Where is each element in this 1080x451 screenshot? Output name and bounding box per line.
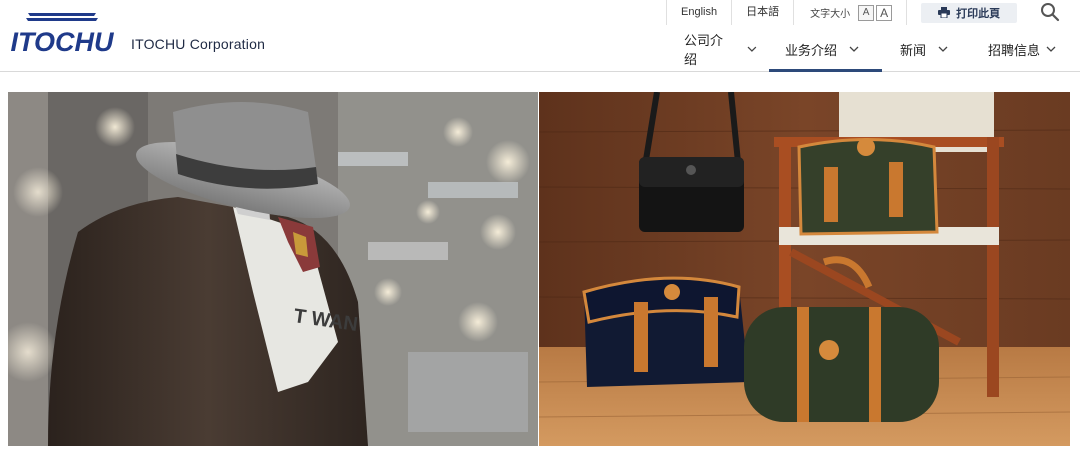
- printer-icon: [938, 7, 951, 18]
- nav-item-careers[interactable]: 招聘信息: [970, 27, 1080, 71]
- main-nav: 公司介绍 业务介绍 新闻 招聘信息: [672, 27, 1080, 72]
- nav-label: 公司介绍: [684, 33, 724, 67]
- font-size-label: 文字大小: [810, 9, 851, 20]
- nav-item-business[interactable]: 业务介绍: [769, 27, 882, 72]
- bags-photo[interactable]: [539, 92, 1070, 446]
- nav-item-news[interactable]: 新闻: [882, 27, 970, 71]
- corporation-name: ITOCHU Corporation: [131, 36, 266, 52]
- site-header: ITOCHU ITOCHU Corporation English 日本語 文字…: [0, 0, 1080, 72]
- logo-text: ITOCHU: [10, 27, 114, 55]
- japanese-link[interactable]: 日本語: [732, 0, 793, 25]
- divider: [906, 0, 908, 25]
- fashion-photo[interactable]: T WAN: [8, 92, 538, 446]
- bags-illustration: [539, 92, 1070, 446]
- chevron-down-icon: [1046, 46, 1056, 52]
- font-small-button[interactable]: A: [858, 4, 875, 21]
- utility-bar: English 日本語 文字大小 A A 打印此頁: [666, 0, 1018, 25]
- hero-banner: T WAN: [8, 92, 1070, 446]
- itochu-logo[interactable]: ITOCHU: [10, 9, 114, 55]
- chevron-down-icon: [938, 46, 948, 52]
- font-size-control: 文字大小 A A: [794, 0, 906, 25]
- chevron-down-icon: [747, 46, 757, 52]
- nav-item-company[interactable]: 公司介绍: [672, 27, 769, 71]
- nav-label: 招聘信息: [988, 42, 1041, 58]
- english-link[interactable]: English: [667, 0, 731, 25]
- font-large-button[interactable]: A: [876, 4, 893, 21]
- print-button[interactable]: 打印此頁: [921, 2, 1018, 23]
- nav-label: 业务介绍: [785, 42, 838, 58]
- fashion-illustration: T WAN: [8, 92, 538, 446]
- chevron-down-icon: [849, 46, 859, 52]
- print-label: 打印此頁: [956, 7, 1001, 20]
- nav-label: 新闻: [900, 42, 927, 58]
- search-icon[interactable]: [1040, 2, 1060, 22]
